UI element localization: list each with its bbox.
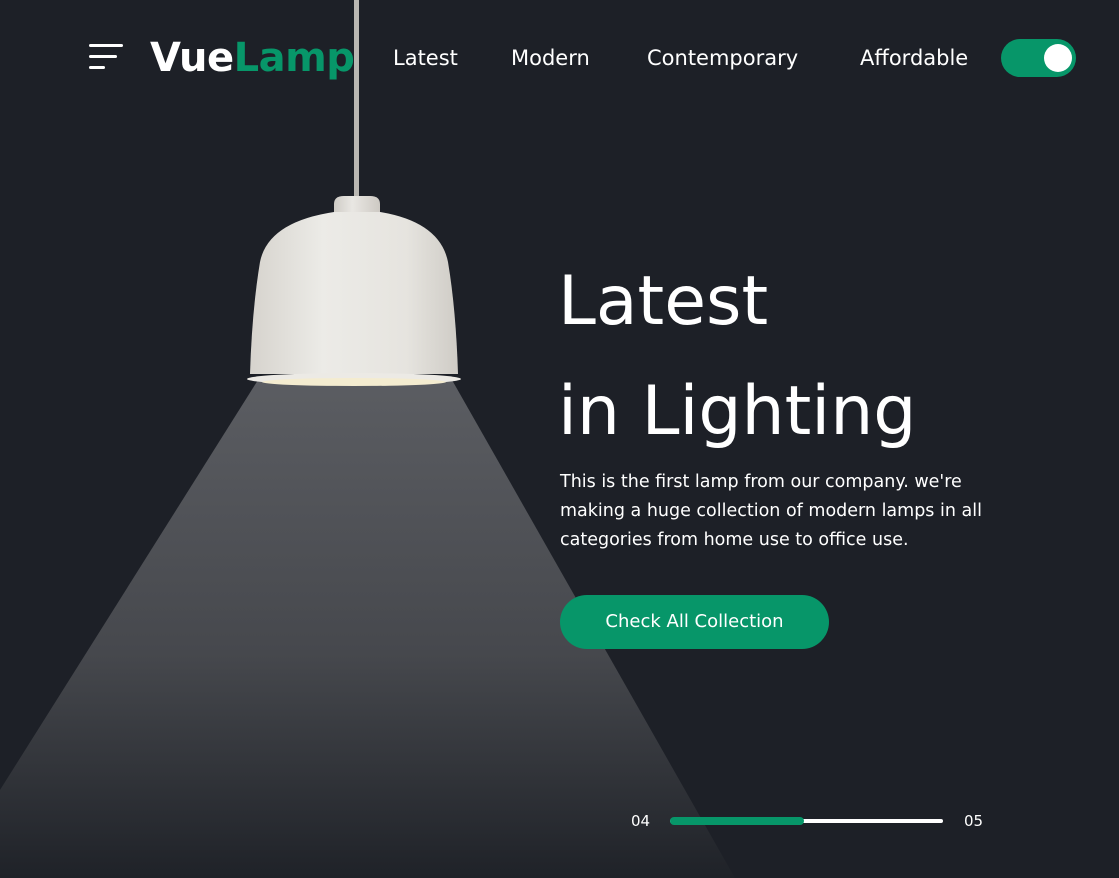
lamp-rim [247,373,461,385]
menu-icon-bar [89,55,117,58]
brand-logo-part1: Vue [150,35,234,81]
menu-icon[interactable] [89,44,125,72]
brand-logo[interactable]: VueLamp [150,30,355,86]
slide-progress-fill [670,817,804,825]
nav-link-affordable[interactable]: Affordable [860,44,968,72]
theme-toggle[interactable] [1001,39,1076,77]
nav-link-contemporary[interactable]: Contemporary [647,44,798,72]
slide-current-number: 04 [631,812,651,830]
nav-link-latest[interactable]: Latest [393,44,458,72]
lamp-bulb-glow [262,378,446,386]
menu-icon-bar [89,66,105,69]
menu-icon-bar [89,44,123,47]
hero-title-line1: Latest [558,262,769,341]
lamp-shade [250,212,458,374]
hero-title-line2: in Lighting [558,372,917,451]
landing-page: VueLamp Latest Modern Contemporary Affor… [0,0,1119,878]
lamp-cord [354,0,359,200]
nav-link-modern[interactable]: Modern [511,44,590,72]
brand-logo-part2: Lamp [233,35,355,81]
slide-progress-track[interactable] [670,817,943,825]
lamp-cap [334,196,380,216]
hero-description: This is the first lamp from our company.… [560,472,982,550]
toggle-knob [1044,44,1072,72]
slide-total-number: 05 [964,812,984,830]
check-all-collection-button[interactable]: Check All Collection [560,595,829,649]
